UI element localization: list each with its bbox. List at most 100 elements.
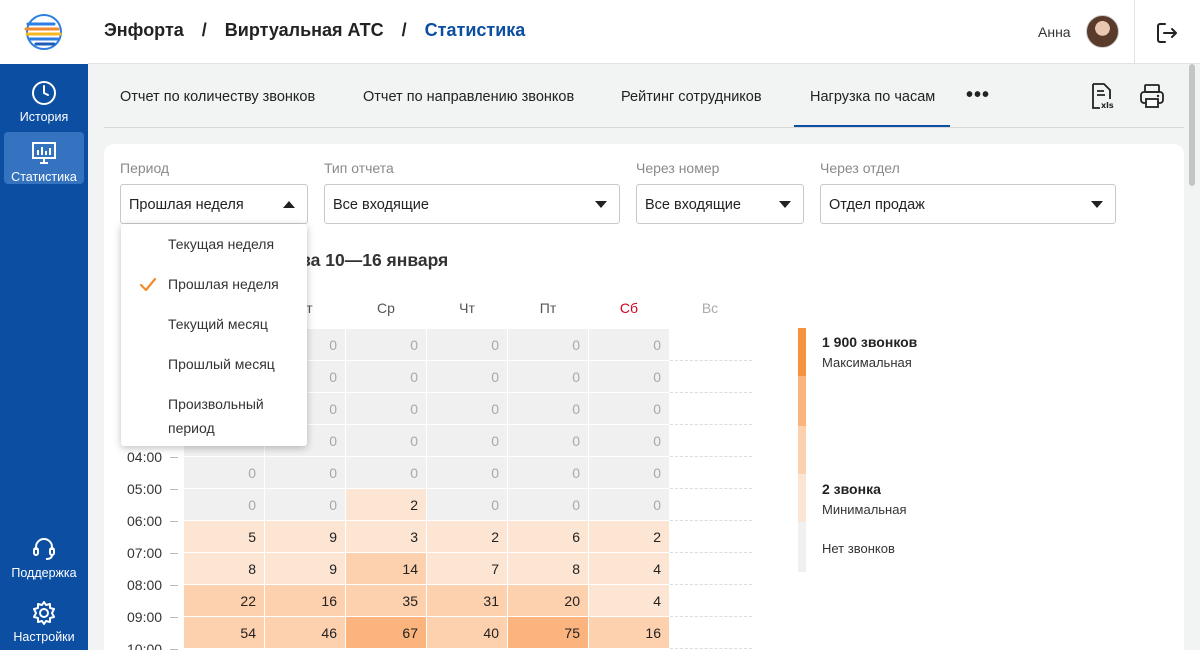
period-option-last-month[interactable]: Прошлый месяц [168, 352, 298, 376]
heatmap-cell[interactable]: 2 [589, 521, 669, 552]
heatmap-cell[interactable]: 0 [427, 489, 507, 520]
export-xls-icon[interactable]: xls [1088, 82, 1116, 110]
breadcrumb-item[interactable]: Виртуальная АТС [225, 20, 384, 41]
period-option-custom[interactable]: Произвольный период [168, 392, 298, 440]
heatmap-cell[interactable]: 0 [508, 489, 588, 520]
heatmap-cell[interactable]: 0 [346, 393, 426, 424]
sidebar-item-statistics[interactable]: Статистика [4, 132, 84, 184]
heatmap-cell[interactable]: 35 [346, 585, 426, 616]
heatmap-cell[interactable]: 2 [427, 521, 507, 552]
heatmap-cell[interactable]: 31 [427, 585, 507, 616]
heatmap-cell[interactable]: 9 [265, 553, 345, 584]
sidebar-item-settings[interactable]: Настройки [4, 592, 84, 644]
logout-icon[interactable] [1154, 20, 1180, 46]
breadcrumb-current: Статистика [424, 20, 526, 40]
heatmap-cell[interactable]: 0 [508, 329, 588, 360]
tab-call-count[interactable]: Отчет по количеству звонков [120, 89, 315, 105]
heatmap-cell[interactable]: 4 [589, 585, 669, 616]
heatmap-cell[interactable]: 0 [265, 457, 345, 488]
heatmap-cell[interactable]: 16 [265, 585, 345, 616]
tab-call-direction[interactable]: Отчет по направлению звонков [363, 89, 574, 105]
heatmap-cell[interactable]: 22 [184, 585, 264, 616]
sidebar-item-history[interactable]: История [4, 72, 84, 124]
heatmap-cell[interactable]: 0 [508, 361, 588, 392]
time-label: 08:00 [127, 577, 163, 593]
day-header: Сб [619, 300, 639, 316]
heatmap-cell[interactable]: 0 [589, 361, 669, 392]
heatmap-cell[interactable]: 0 [427, 425, 507, 456]
period-option-current-month[interactable]: Текущий месяц [168, 312, 298, 336]
sunday-empty-cell [670, 456, 752, 457]
legend-min-value: 2 звонка [822, 481, 881, 497]
heatmap-cell[interactable]: 46 [265, 617, 345, 648]
heatmap-cell[interactable]: 8 [508, 553, 588, 584]
heatmap-cell[interactable]: 0 [508, 457, 588, 488]
heatmap-cell[interactable]: 40 [427, 617, 507, 648]
heatmap-cell[interactable]: 0 [184, 489, 264, 520]
time-tick [170, 585, 178, 586]
heatmap-cell[interactable]: 4 [589, 553, 669, 584]
report-type-select[interactable]: Все входящие [324, 184, 620, 224]
legend-color-bar [798, 376, 806, 426]
tab-employee-rating[interactable]: Рейтинг сотрудников [621, 89, 762, 105]
heatmap-cell[interactable]: 0 [184, 457, 264, 488]
sidebar: История Статистика Поддержка Настройки [0, 0, 88, 650]
more-tabs-button[interactable]: ••• [966, 84, 990, 107]
filter-label-department: Через отдел [820, 160, 900, 176]
heatmap-cell[interactable]: 0 [427, 393, 507, 424]
heatmap-cell[interactable]: 0 [508, 393, 588, 424]
heatmap-cell[interactable]: 9 [265, 521, 345, 552]
heatmap-cell[interactable]: 8 [184, 553, 264, 584]
heatmap-cell[interactable]: 2 [346, 489, 426, 520]
heatmap-cell[interactable]: 0 [427, 457, 507, 488]
heatmap-cell[interactable]: 0 [508, 425, 588, 456]
heatmap-cell[interactable]: 0 [265, 489, 345, 520]
department-select[interactable]: Отдел продаж [820, 184, 1116, 224]
avatar[interactable] [1086, 15, 1119, 48]
heatmap-cell[interactable]: 0 [589, 457, 669, 488]
number-select[interactable]: Все входящие [636, 184, 804, 224]
breadcrumb-item[interactable]: Энфорта [104, 20, 184, 41]
breadcrumb-separator: / [201, 20, 207, 40]
heatmap-cell[interactable]: 5 [184, 521, 264, 552]
heatmap-cell[interactable]: 6 [508, 521, 588, 552]
time-tick [170, 457, 178, 458]
heatmap-cell[interactable]: 0 [427, 329, 507, 360]
sidebar-item-support[interactable]: Поддержка [4, 528, 84, 580]
period-option-last-week[interactable]: Прошлая неделя [168, 272, 298, 296]
day-header: Чт [459, 300, 475, 316]
sunday-empty-cell [670, 520, 752, 521]
enforta-logo-icon [24, 14, 62, 50]
heatmap-cell[interactable]: 16 [589, 617, 669, 648]
heatmap-cell[interactable]: 0 [589, 489, 669, 520]
tab-hourly-load[interactable]: Нагрузка по часам [810, 89, 935, 105]
heatmap-cell[interactable]: 0 [589, 425, 669, 456]
heatmap-cell[interactable]: 0 [589, 329, 669, 360]
sidebar-item-label: Настройки [13, 630, 75, 644]
legend-color-bar [798, 426, 806, 474]
user-name[interactable]: Анна [1038, 24, 1071, 40]
page-scrollbar[interactable] [1189, 64, 1195, 186]
heatmap-cell[interactable]: 7 [427, 553, 507, 584]
print-icon[interactable] [1138, 82, 1166, 110]
heatmap-cell[interactable]: 0 [346, 361, 426, 392]
heatmap-cell[interactable]: 54 [184, 617, 264, 648]
period-option-current-week[interactable]: Текущая неделя [168, 232, 298, 256]
time-label: 10:00 [127, 641, 163, 650]
heatmap-cell[interactable]: 0 [427, 361, 507, 392]
heatmap-cell[interactable]: 20 [508, 585, 588, 616]
breadcrumb: Энфорта / Виртуальная АТС / Статистика [104, 20, 525, 41]
heatmap-cell[interactable]: 0 [589, 393, 669, 424]
sidebar-item-label: Статистика [11, 170, 77, 184]
logo[interactable] [0, 0, 88, 64]
heatmap-cell[interactable]: 3 [346, 521, 426, 552]
heatmap-cell[interactable]: 67 [346, 617, 426, 648]
heatmap-cell[interactable]: 14 [346, 553, 426, 584]
heatmap-cell[interactable]: 0 [346, 329, 426, 360]
heatmap-cell[interactable]: 0 [346, 457, 426, 488]
sunday-empty-cell [670, 552, 752, 553]
period-select[interactable]: Прошлая неделя [120, 184, 308, 224]
heatmap-cell[interactable]: 0 [346, 425, 426, 456]
heatmap-cell[interactable]: 75 [508, 617, 588, 648]
time-label: 09:00 [127, 609, 163, 625]
